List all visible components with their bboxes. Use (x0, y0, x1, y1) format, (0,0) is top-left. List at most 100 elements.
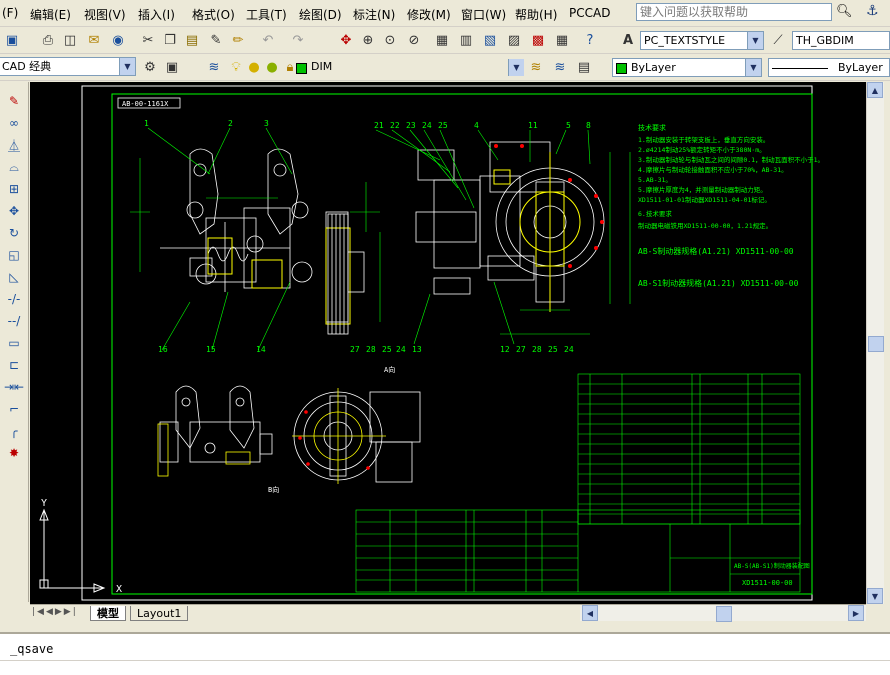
help-button-icon[interactable]: ? (580, 30, 600, 50)
layer-select[interactable]: DIM (308, 58, 524, 77)
chamfer-icon[interactable]: ⌐ (4, 400, 24, 418)
svg-text:24: 24 (396, 345, 406, 354)
chevron-down-icon[interactable]: ▼ (745, 59, 761, 76)
search-icon[interactable]: 🔍︎ (836, 4, 860, 22)
design-center-icon[interactable]: ▥ (456, 30, 476, 50)
horizontal-scrollbar[interactable]: ◀ ▶ (580, 605, 866, 622)
menu-help[interactable]: 帮助(H) (515, 6, 557, 23)
front-view-dims (130, 127, 381, 351)
break-icon[interactable]: ▭ (4, 334, 24, 352)
properties-icon[interactable]: ▦ (432, 30, 452, 50)
menu-insert[interactable]: 插入(I) (138, 6, 175, 23)
calculator-icon[interactable]: ▦ (552, 30, 572, 50)
etransmit-icon[interactable]: ◉ (108, 30, 128, 50)
menu-window[interactable]: 窗口(W) (461, 6, 506, 23)
svg-text:13: 13 (412, 345, 422, 354)
menu-view[interactable]: 视图(V) (84, 6, 126, 23)
sun-icon[interactable]: ● (244, 57, 264, 77)
svg-text:5: 5 (566, 121, 571, 130)
hscroll-thumb[interactable] (716, 606, 732, 622)
tool-palettes-icon[interactable]: ▧ (480, 30, 500, 50)
array-icon[interactable]: ⊞ (4, 180, 24, 198)
drawing-canvas[interactable]: AB-00-1161X 1 2 3 16 15 14 27 28 25 24 1… (30, 82, 866, 604)
menu-edit[interactable]: 编辑(E) (30, 6, 71, 23)
zoom-window-icon[interactable]: ⊙ (380, 30, 400, 50)
scroll-right-arrow[interactable]: ▶ (848, 605, 864, 621)
layer-states-icon[interactable]: ▤ (574, 57, 594, 77)
vertical-scrollbar[interactable]: ▲ ▼ (866, 82, 884, 604)
offset-icon[interactable]: ⌓ (4, 158, 24, 176)
stretch-icon[interactable]: ◺ (4, 268, 24, 286)
scale-icon[interactable]: ◱ (4, 246, 24, 264)
scroll-up-arrow[interactable]: ▲ (867, 82, 883, 98)
mirror-icon[interactable]: ⏅ (4, 136, 24, 154)
workspace-settings-icon[interactable]: ⚙ (140, 57, 160, 77)
print-preview-icon[interactable]: ◫ (60, 30, 80, 50)
erase-icon[interactable]: ✎ (4, 92, 24, 110)
paste-icon[interactable]: ▤ (182, 30, 202, 50)
chevron-down-icon[interactable]: ▼ (119, 58, 135, 75)
linetype-select[interactable]: ByLayer (768, 58, 890, 77)
help-search-input[interactable]: 键入问题以获取帮助 (636, 3, 832, 21)
tab-layout1[interactable]: Layout1 (130, 606, 189, 621)
redo-icon[interactable]: ↷ (288, 30, 308, 50)
extend-icon[interactable]: --/ (4, 312, 24, 330)
undo-icon[interactable]: ↶ (258, 30, 278, 50)
zoom-realtime-icon[interactable]: ⊕ (358, 30, 378, 50)
text-style-icon[interactable]: A (618, 30, 638, 50)
scroll-down-arrow[interactable]: ▼ (867, 588, 883, 604)
copy-object-icon[interactable]: ∞ (4, 114, 24, 132)
command-line[interactable]: _qsave (0, 632, 890, 675)
match-properties-icon[interactable]: ✎ (206, 30, 226, 50)
rotate-icon[interactable]: ↻ (4, 224, 24, 242)
move-icon[interactable]: ✥ (4, 202, 24, 220)
layer-previous-icon[interactable]: ≋ (550, 57, 570, 77)
ucs-x-label: X (116, 584, 122, 595)
workspace-save-icon[interactable]: ▣ (162, 57, 182, 77)
publish-icon[interactable]: ✉ (84, 30, 104, 50)
dim-style-icon[interactable]: ⟋ (768, 30, 788, 50)
menu-modify[interactable]: 修改(M) (407, 6, 451, 23)
menu-format[interactable]: 格式(O) (192, 6, 235, 23)
fillet-icon[interactable]: ╭ (4, 422, 24, 440)
svg-text:16: 16 (158, 345, 168, 354)
pan-icon[interactable]: ✥ (336, 30, 356, 50)
menu-dimension[interactable]: 标注(N) (353, 6, 395, 23)
svg-text:XD1511-01-01制动器XD1511-04-01标记。: XD1511-01-01制动器XD1511-04-01标记。 (638, 195, 771, 204)
tab-model[interactable]: 模型 (90, 606, 126, 621)
menu-draw[interactable]: 绘图(D) (299, 6, 342, 23)
chevron-down-icon[interactable]: ▼ (747, 32, 763, 49)
save-icon[interactable]: ▣ (2, 30, 22, 50)
join-icon[interactable]: ⇥⇤ (4, 378, 24, 396)
copy-icon[interactable]: ❐ (160, 30, 180, 50)
workspace-select[interactable]: CAD 经典 ▼ (0, 57, 136, 76)
tab-nav-arrows[interactable]: |◀◀▶▶| (32, 607, 78, 617)
trim-icon[interactable]: -/- (4, 290, 24, 308)
menu-tools[interactable]: 工具(T) (246, 6, 287, 23)
scroll-left-arrow[interactable]: ◀ (582, 605, 598, 621)
side-view-labels: 21 22 23 24 25 4 11 5 8 12 27 28 25 24 (374, 121, 591, 354)
scroll-thumb[interactable] (868, 336, 884, 352)
layer-manager-icon[interactable]: ≋ (204, 57, 224, 77)
text-style-select[interactable]: PC_TEXTSTYLE ▼ (640, 31, 764, 50)
front-view (160, 148, 349, 323)
block-editor-icon[interactable]: ✏ (228, 30, 248, 50)
print-icon[interactable]: ⎙ (38, 30, 58, 50)
menu-pccad[interactable]: PCCAD (569, 6, 610, 20)
menu-file[interactable]: (F) (2, 6, 18, 20)
chevron-down-icon[interactable]: ▼ (508, 59, 524, 76)
sheet-set-icon[interactable]: ▨ (504, 30, 524, 50)
color-select[interactable]: ByLayer ▼ (612, 58, 762, 77)
zoom-previous-icon[interactable]: ⊘ (404, 30, 424, 50)
command-input[interactable] (0, 660, 890, 661)
cut-icon[interactable]: ✂ (138, 30, 158, 50)
front-view-yellow (207, 227, 351, 325)
explode-icon[interactable]: ✸ (4, 444, 24, 462)
markup-icon[interactable]: ▩ (528, 30, 548, 50)
dim-style-select[interactable]: TH_GBDIM (792, 31, 890, 50)
help-icon[interactable]: ⚓ (866, 3, 884, 21)
make-current-icon[interactable]: ≋ (526, 57, 546, 77)
lightbulb-icon[interactable]: 💡︎ (226, 57, 246, 77)
break-at-point-icon[interactable]: ⊏ (4, 356, 24, 374)
freeze-icon[interactable]: ● (262, 57, 282, 77)
